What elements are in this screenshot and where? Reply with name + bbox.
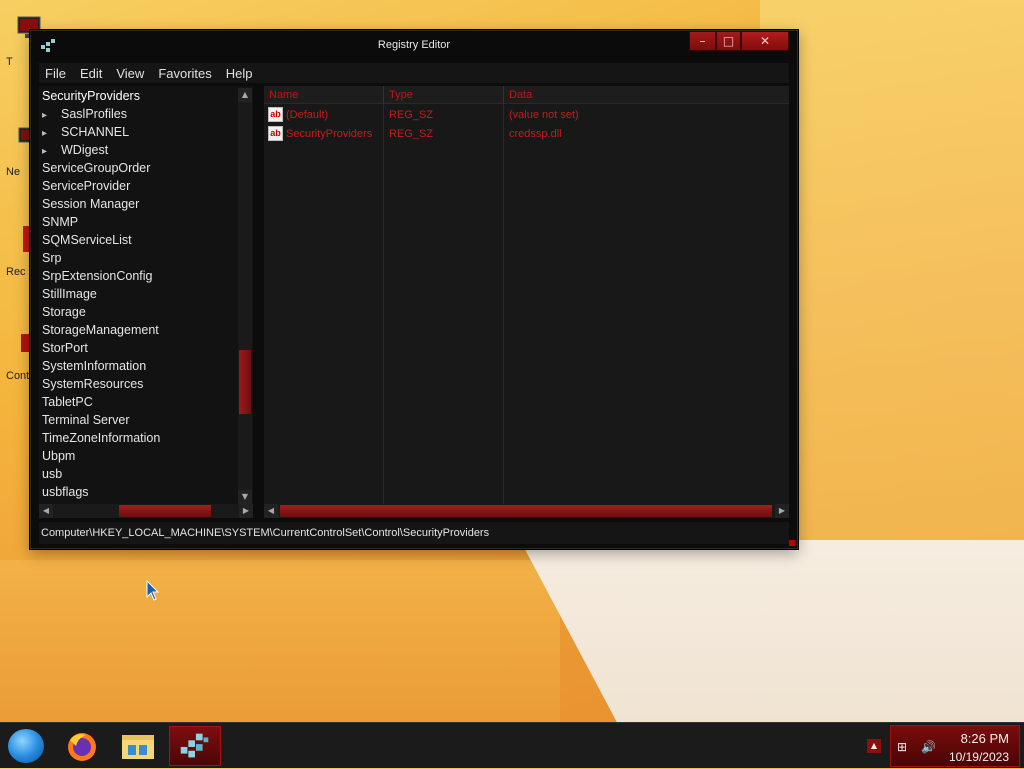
file-explorer-icon [122, 735, 154, 759]
tree-item-label: SaslProfiles [61, 107, 127, 121]
volume-icon[interactable]: 🔊 [921, 740, 937, 754]
taskbar-firefox[interactable] [56, 726, 108, 766]
scroll-left-arrow-icon[interactable]: ◀ [264, 504, 278, 518]
firefox-icon [68, 733, 96, 761]
tree-item-storage[interactable]: Storage [42, 303, 86, 321]
status-bar-path: Computer\HKEY_LOCAL_MACHINE\SYSTEM\Curre… [39, 522, 789, 544]
registry-editor-window[interactable]: Registry Editor – □ ✕ File Edit View Fav… [30, 30, 798, 549]
close-button[interactable]: ✕ [741, 31, 789, 51]
title-bar[interactable]: Registry Editor – □ ✕ [31, 31, 797, 61]
value-data: credssp.dll [509, 128, 562, 140]
wallpaper-glow [760, 0, 1024, 560]
clock-date[interactable]: 10/19/2023 [949, 750, 1009, 764]
tree-item-srpextensionconfig[interactable]: SrpExtensionConfig [42, 267, 152, 285]
mouse-cursor-icon [146, 580, 160, 601]
value-type: REG_SZ [389, 109, 434, 121]
start-orb-icon[interactable] [8, 729, 44, 763]
tree-item-label: SecurityProviders [42, 89, 140, 103]
window-title: Registry Editor [377, 39, 451, 51]
registry-editor-icon [180, 733, 209, 758]
list-header: Name Type Data [264, 86, 789, 104]
scroll-right-arrow-icon[interactable]: ▶ [775, 504, 789, 518]
tree-item-stillimage[interactable]: StillImage [42, 285, 97, 303]
menu-help[interactable]: Help [226, 66, 253, 81]
tree-vertical-scrollbar[interactable]: ▲ ▼ [238, 88, 252, 504]
tree-item-saslprofiles[interactable]: ▸ SaslProfiles [42, 105, 127, 123]
maximize-button[interactable]: □ [716, 31, 741, 51]
tree-item-session-manager[interactable]: Session Manager [42, 195, 139, 213]
registry-value-list[interactable]: Name Type Data ab (Default) REG_SZ (valu… [264, 86, 789, 504]
tree-item-timezoneinformation[interactable]: TimeZoneInformation [42, 429, 160, 447]
column-divider [383, 104, 384, 504]
tree-item-systemresources[interactable]: SystemResources [42, 375, 143, 393]
tree-item-sqmservicelist[interactable]: SQMServiceList [42, 231, 132, 249]
column-header-type[interactable]: Type [384, 86, 504, 104]
column-header-data[interactable]: Data [504, 86, 789, 104]
value-type: REG_SZ [389, 128, 434, 140]
clock-time[interactable]: 8:26 PM [961, 731, 1009, 746]
scroll-up-arrow-icon[interactable]: ▲ [238, 88, 252, 102]
tree-item-storport[interactable]: StorPort [42, 339, 88, 357]
tree-item-serviceprovider[interactable]: ServiceProvider [42, 177, 130, 195]
tree-item-srp[interactable]: Srp [42, 249, 61, 267]
tree-item-usbflags[interactable]: usbflags [42, 483, 89, 501]
desktop-icon-label: Ne [6, 166, 21, 178]
menu-view[interactable]: View [116, 66, 144, 81]
wallpaper-light-panel [520, 540, 1024, 740]
wallpaper-shade [0, 560, 560, 740]
taskbar: ▲ ⊞ 🔊 8:26 PM 10/19/2023 [0, 722, 1024, 768]
value-name: (Default) [286, 109, 329, 121]
string-value-icon: ab [268, 126, 283, 141]
tree-item-ubpm[interactable]: Ubpm [42, 447, 75, 465]
scroll-right-arrow-icon[interactable]: ▶ [239, 504, 253, 518]
tree-item-systeminformation[interactable]: SystemInformation [42, 357, 146, 375]
menu-favorites[interactable]: Favorites [158, 66, 211, 81]
list-horizontal-scrollbar[interactable]: ◀ ▶ [264, 504, 789, 518]
tree-item-label: WDigest [61, 143, 109, 157]
menu-bar: File Edit View Favorites Help [39, 63, 789, 83]
tree-item-terminal-server[interactable]: Terminal Server [42, 411, 130, 429]
menu-edit[interactable]: Edit [80, 66, 102, 81]
desktop-icon-label: Rec [6, 266, 26, 278]
tree-item-storagemanagement[interactable]: StorageManagement [42, 321, 159, 339]
column-divider [503, 104, 504, 504]
value-name: SecurityProviders [286, 128, 373, 140]
menu-file[interactable]: File [45, 66, 66, 81]
tree-item-servicegrouporder[interactable]: ServiceGroupOrder [42, 159, 150, 177]
tree-item-schannel[interactable]: ▸ SCHANNEL [42, 123, 129, 141]
registry-key-tree[interactable]: SecurityProviders ▸ SaslProfiles ▸ SCHANNE… [39, 86, 253, 504]
tree-item-wdigest[interactable]: ▸ WDigest [42, 141, 108, 159]
scroll-down-arrow-icon[interactable]: ▼ [238, 490, 252, 504]
taskbar-registry-editor[interactable] [169, 726, 221, 766]
list-horizontal-scroll-thumb[interactable] [280, 505, 772, 517]
tree-horizontal-scrollbar[interactable]: ◀ ▶ [39, 504, 253, 518]
minimize-button[interactable]: – [689, 31, 716, 51]
show-hidden-icons-arrow-icon[interactable]: ▲ [867, 739, 881, 753]
value-row-securityproviders[interactable]: ab SecurityProviders REG_SZ credssp.dll [264, 125, 789, 143]
desktop-icon-label: Cont [6, 370, 30, 382]
tree-item-securityproviders[interactable]: SecurityProviders [42, 87, 140, 105]
scroll-left-arrow-icon[interactable]: ◀ [39, 504, 53, 518]
tree-item-usb[interactable]: usb [42, 465, 62, 483]
value-row-default[interactable]: ab (Default) REG_SZ (value not set) [264, 106, 789, 124]
system-tray: ⊞ 🔊 8:26 PM 10/19/2023 [890, 725, 1020, 767]
column-header-name[interactable]: Name [264, 86, 384, 104]
desktop-icon-label: T [6, 56, 13, 68]
taskbar-file-explorer[interactable] [112, 726, 164, 766]
resize-grip[interactable] [789, 540, 795, 546]
tree-item-tabletpc[interactable]: TabletPC [42, 393, 93, 411]
string-value-icon: ab [268, 107, 283, 122]
tree-horizontal-scroll-thumb[interactable] [119, 505, 211, 517]
tree-item-snmp[interactable]: SNMP [42, 213, 78, 231]
tree-vertical-scroll-thumb[interactable] [239, 350, 251, 414]
tree-item-label: SCHANNEL [61, 125, 130, 139]
network-tray-icon[interactable]: ⊞ [897, 740, 913, 754]
value-data: (value not set) [509, 109, 579, 121]
